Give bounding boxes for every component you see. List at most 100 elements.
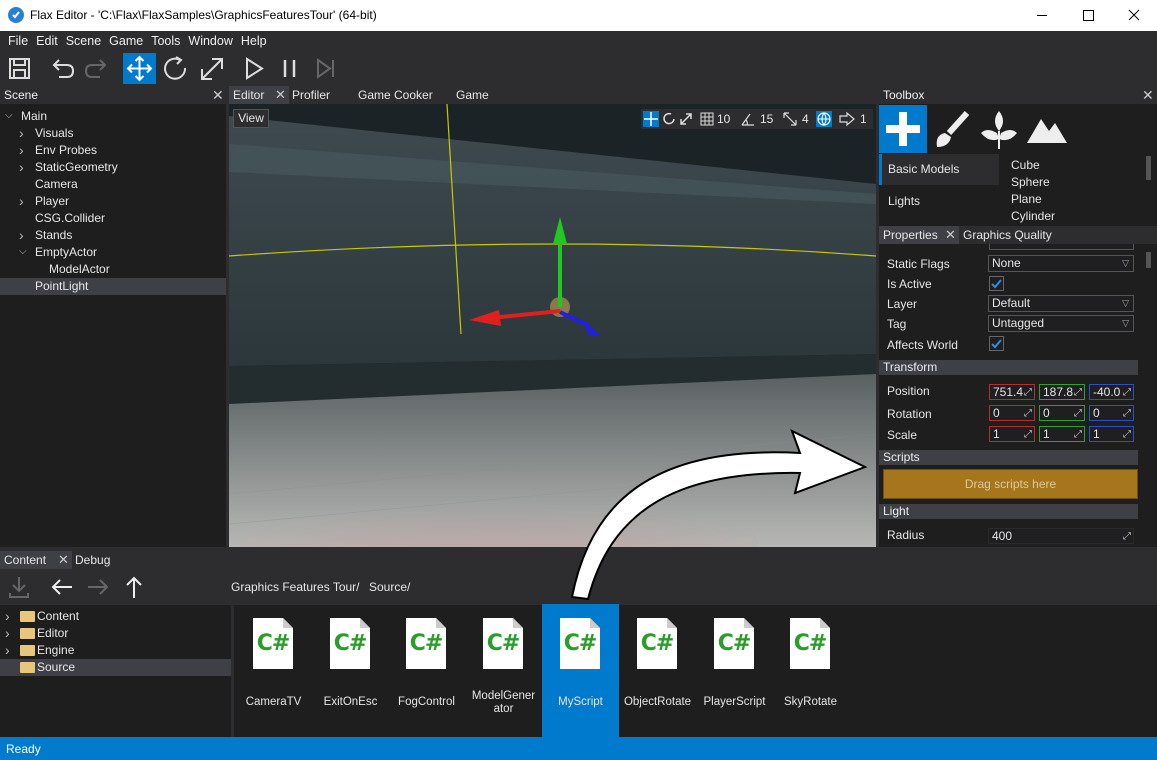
asset-item[interactable]: C# CameraTV — [235, 604, 312, 738]
folder-tree-item[interactable]: › Engine — [0, 642, 231, 659]
scene-tree-item[interactable]: PointLight — [0, 278, 226, 295]
toolbox-item-cylinder[interactable]: Cylinder — [1011, 209, 1055, 223]
grid-snap-value[interactable]: 10 — [717, 112, 730, 126]
scene-tree-item[interactable]: Camera — [0, 176, 226, 193]
toolbox-tab-actors[interactable] — [879, 105, 927, 153]
redo-button[interactable] — [81, 53, 114, 84]
forward-button[interactable] — [84, 573, 112, 601]
position-y-field[interactable]: 187.8 ⤢ — [1039, 384, 1085, 400]
scene-tab[interactable]: Scene — [4, 88, 38, 102]
rotate-snap-value[interactable]: 15 — [760, 112, 773, 126]
asset-item[interactable]: C# MyScript — [542, 604, 619, 738]
chevron-right-icon[interactable]: › — [5, 642, 10, 658]
asset-item[interactable]: C# ModelGenerator — [465, 604, 542, 738]
position-z-field[interactable]: -40.0 ⤢ — [1089, 384, 1134, 400]
close-icon[interactable]: ✕ — [275, 87, 286, 103]
layer-dropdown[interactable]: Default ▽ — [988, 295, 1134, 312]
is-active-checkbox[interactable] — [989, 276, 1004, 291]
asset-item[interactable]: C# PlayerScript — [696, 604, 773, 738]
folder-tree-item[interactable]: Source — [0, 659, 231, 676]
camera-speed-icon[interactable] — [838, 111, 856, 127]
world-space-icon[interactable] — [816, 111, 832, 127]
toolbox-tab-foliage[interactable] — [975, 105, 1023, 153]
scene-tree-item[interactable]: › StaticGeometry — [0, 159, 226, 176]
name-field[interactable] — [989, 244, 1134, 250]
chevron-right-icon[interactable]: › — [19, 125, 24, 141]
radius-field[interactable]: 400 ⤢ — [988, 528, 1134, 544]
asset-item[interactable]: C# FogControl — [388, 604, 465, 738]
view-menu-button[interactable]: View — [233, 109, 269, 128]
scene-tree-item[interactable]: ModelActor — [0, 261, 226, 278]
rotation-z-field[interactable]: 0 ⤢ — [1089, 405, 1134, 421]
menu-game[interactable]: Game — [105, 31, 147, 48]
toolbox-tab-terrain[interactable] — [1023, 105, 1071, 153]
scale-x-field[interactable]: 1 ⤢ — [989, 426, 1035, 442]
close-window-button[interactable] — [1111, 0, 1157, 31]
toolbox-item-sphere[interactable]: Sphere — [1011, 175, 1050, 189]
light-section-header[interactable]: Light — [879, 504, 1138, 519]
tab-graphics-quality[interactable]: Graphics Quality — [963, 228, 1052, 242]
toolbox-category-basic-models[interactable]: Basic Models — [879, 154, 999, 185]
toolbox-category-lights[interactable]: Lights — [879, 186, 999, 217]
folder-tree-item[interactable]: › Content — [0, 608, 231, 625]
translate-tool-button[interactable] — [123, 53, 156, 84]
folder-tree-item[interactable]: › Editor — [0, 625, 231, 642]
scale-z-field[interactable]: 1 ⤢ — [1089, 426, 1134, 442]
scale-snap-value[interactable]: 4 — [802, 112, 809, 126]
menu-file[interactable]: File — [0, 31, 32, 48]
scale-y-field[interactable]: 1 ⤢ — [1039, 426, 1085, 442]
toolbox-close-icon[interactable]: ✕ — [1142, 87, 1154, 103]
tab-profiler[interactable]: Profiler — [292, 88, 330, 102]
chevron-right-icon[interactable]: › — [5, 625, 10, 641]
scripts-section-header[interactable]: Scripts — [879, 450, 1138, 465]
menu-window[interactable]: Window — [184, 31, 236, 48]
chevron-down-icon[interactable]: ⌵ — [5, 110, 13, 121]
close-icon[interactable]: ✕ — [945, 227, 956, 243]
menu-edit[interactable]: Edit — [32, 31, 62, 48]
transform-section-header[interactable]: Transform — [879, 360, 1138, 375]
maximize-button[interactable] — [1065, 0, 1111, 31]
chevron-right-icon[interactable]: › — [19, 159, 24, 175]
pause-button[interactable] — [273, 53, 306, 84]
scripts-drop-area[interactable]: Drag scripts here — [883, 469, 1138, 499]
scene-tree-item[interactable]: CSG.Collider — [0, 210, 226, 227]
chevron-right-icon[interactable]: › — [19, 227, 24, 243]
chevron-right-icon[interactable]: › — [19, 193, 24, 209]
chevron-down-icon[interactable]: ⌵ — [19, 246, 27, 257]
tab-properties[interactable]: Properties ✕ — [879, 226, 959, 244]
translate-mode-icon[interactable] — [643, 111, 659, 127]
rotation-y-field[interactable]: 0 ⤢ — [1039, 405, 1085, 421]
close-icon[interactable]: ✕ — [58, 552, 69, 568]
tab-debug[interactable]: Debug — [75, 553, 110, 567]
scene-tree-item[interactable]: › Env Probes — [0, 142, 226, 159]
tag-dropdown[interactable]: Untagged ▽ — [988, 315, 1134, 332]
save-button[interactable] — [3, 53, 36, 84]
step-button[interactable] — [309, 53, 342, 84]
static-flags-dropdown[interactable]: None ▽ — [988, 255, 1134, 272]
tab-content[interactable]: Content ✕ — [0, 551, 72, 569]
grid-snap-icon[interactable] — [699, 111, 715, 127]
up-button[interactable] — [120, 573, 148, 601]
back-button[interactable] — [48, 573, 76, 601]
toolbox-item-cube[interactable]: Cube — [1011, 158, 1040, 172]
rotate-mode-icon[interactable] — [661, 111, 677, 127]
menu-tools[interactable]: Tools — [147, 31, 184, 48]
minimize-button[interactable] — [1019, 0, 1065, 31]
scale-snap-icon[interactable] — [782, 111, 798, 127]
play-button[interactable] — [237, 53, 270, 84]
rotation-x-field[interactable]: 0 ⤢ — [989, 405, 1035, 421]
rotate-tool-button[interactable] — [159, 53, 192, 84]
undo-button[interactable] — [45, 53, 78, 84]
menu-help[interactable]: Help — [237, 31, 271, 48]
import-button[interactable] — [5, 573, 33, 601]
affects-world-checkbox[interactable] — [989, 336, 1004, 351]
asset-item[interactable]: C# ObjectRotate — [619, 604, 696, 738]
toolbox-tab[interactable]: Toolbox — [883, 88, 924, 102]
scene-tree-item[interactable]: › Visuals — [0, 125, 226, 142]
toolbox-tab-paint[interactable] — [927, 105, 975, 153]
chevron-right-icon[interactable]: › — [5, 608, 10, 624]
toolbox-item-plane[interactable]: Plane — [1011, 192, 1042, 206]
rotate-snap-icon[interactable] — [740, 111, 756, 127]
chevron-right-icon[interactable]: › — [19, 142, 24, 158]
breadcrumb-graphics-features-tour[interactable]: Graphics Features Tour/ — [231, 580, 360, 594]
